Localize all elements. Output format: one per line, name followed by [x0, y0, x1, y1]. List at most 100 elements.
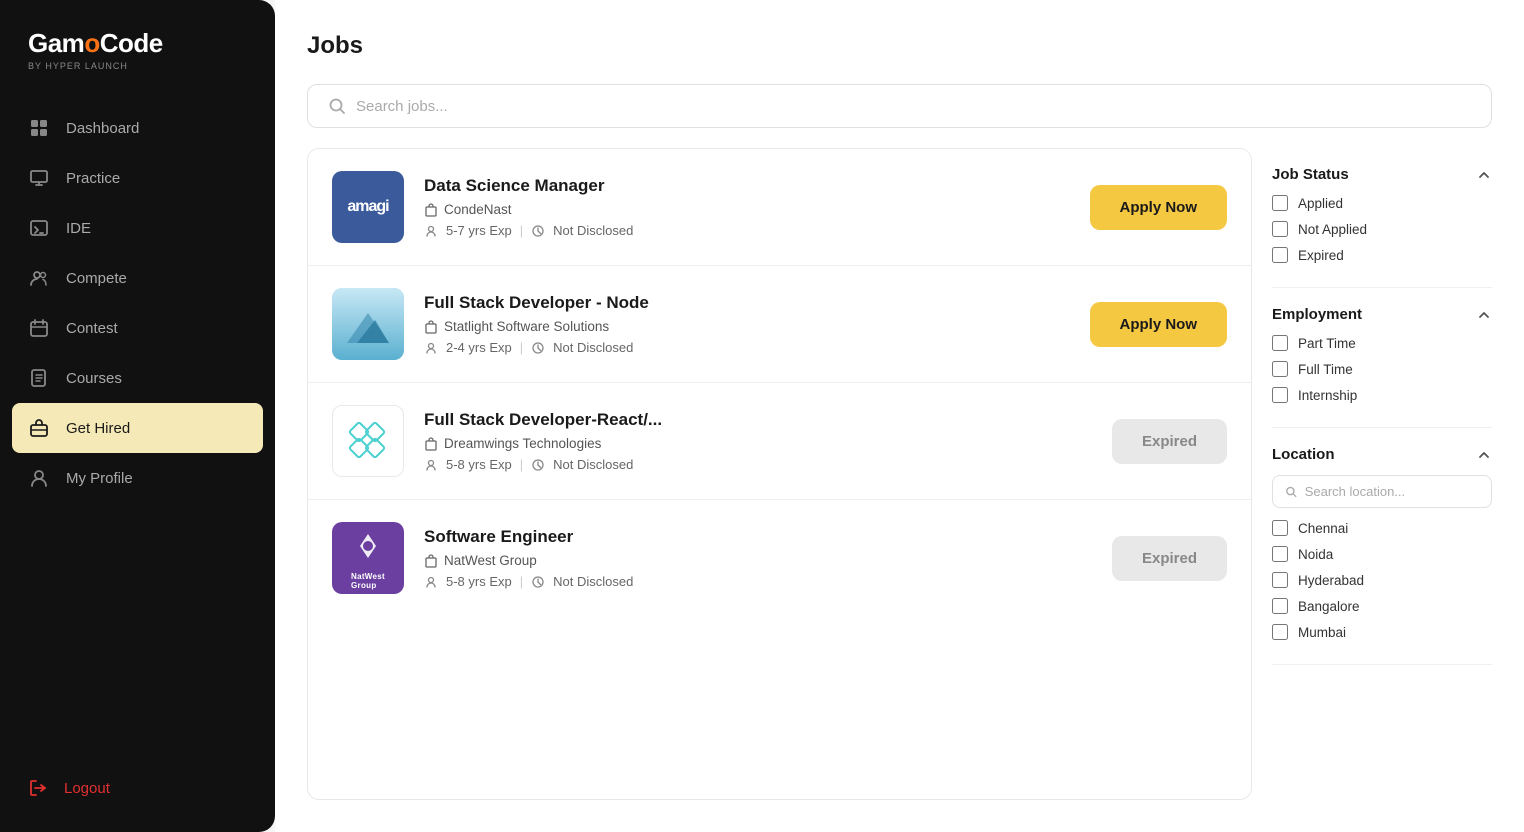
checkbox-not-applied[interactable] [1272, 221, 1288, 237]
filter-location: Location Chennai [1272, 428, 1492, 665]
terminal-icon [28, 217, 50, 239]
sidebar-item-my-profile[interactable]: My Profile [0, 453, 275, 503]
job-title: Full Stack Developer-React/... [424, 410, 1092, 430]
jobs-list: amagi Data Science Manager CondeNast 5-7… [307, 148, 1252, 800]
job-info: Full Stack Developer - Node Statlight So… [424, 293, 1070, 355]
checkbox-internship[interactable] [1272, 387, 1288, 403]
filter-option-full-time[interactable]: Full Time [1272, 361, 1492, 377]
job-info: Data Science Manager CondeNast 5-7 yrs E… [424, 176, 1070, 238]
job-details: 5-7 yrs Exp | Not Disclosed [424, 223, 1070, 238]
filter-option-chennai[interactable]: Chennai [1272, 520, 1492, 536]
filter-option-noida[interactable]: Noida [1272, 546, 1492, 562]
apply-now-button[interactable]: Apply Now [1090, 185, 1228, 230]
checkbox-noida[interactable] [1272, 546, 1288, 562]
job-details: 2-4 yrs Exp | Not Disclosed [424, 340, 1070, 355]
filter-option-expired[interactable]: Expired [1272, 247, 1492, 263]
filter-label-chennai: Chennai [1298, 521, 1348, 536]
location-search-input[interactable] [1305, 484, 1479, 499]
briefcase-icon [28, 417, 50, 439]
app-name: GamoCode [28, 28, 163, 59]
job-title: Software Engineer [424, 527, 1092, 547]
job-company: CondeNast [424, 202, 1070, 217]
job-company: Statlight Software Solutions [424, 319, 1070, 334]
sidebar-item-contest[interactable]: Contest [0, 303, 275, 353]
checkbox-expired[interactable] [1272, 247, 1288, 263]
search-bar [307, 84, 1492, 128]
job-title: Data Science Manager [424, 176, 1070, 196]
filter-panel: Job Status Applied Not Applied [1272, 148, 1492, 800]
job-card: Full Stack Developer-React/... Dreamwing… [308, 383, 1251, 500]
job-title: Full Stack Developer - Node [424, 293, 1070, 313]
sidebar-label-contest: Contest [66, 320, 118, 337]
filter-option-internship[interactable]: Internship [1272, 387, 1492, 403]
filter-title-employment: Employment [1272, 306, 1362, 323]
company-logo [332, 288, 404, 360]
sidebar-label-ide: IDE [66, 220, 91, 237]
logout-button[interactable]: Logout [0, 764, 275, 812]
sidebar-item-practice[interactable]: Practice [0, 153, 275, 203]
checkbox-hyderabad[interactable] [1272, 572, 1288, 588]
chevron-up-icon [1476, 307, 1492, 323]
logout-icon [28, 778, 48, 798]
chevron-up-icon [1476, 447, 1492, 463]
sidebar-item-ide[interactable]: IDE [0, 203, 275, 253]
calendar-icon [28, 317, 50, 339]
filter-employment: Employment Part Time Full Time [1272, 288, 1492, 428]
filter-label-expired: Expired [1298, 248, 1344, 263]
sidebar-item-get-hired[interactable]: Get Hired [12, 403, 263, 453]
checkbox-chennai[interactable] [1272, 520, 1288, 536]
job-card: NatWestGroup Software Engineer NatWest G… [308, 500, 1251, 616]
job-card: amagi Data Science Manager CondeNast 5-7… [308, 149, 1251, 266]
sidebar-label-get-hired: Get Hired [66, 420, 130, 437]
filter-option-applied[interactable]: Applied [1272, 195, 1492, 211]
sidebar-item-dashboard[interactable]: Dashboard [0, 103, 275, 153]
filter-title-job-status: Job Status [1272, 166, 1349, 183]
checkbox-bangalore[interactable] [1272, 598, 1288, 614]
location-search-icon [1285, 485, 1297, 498]
expired-button: Expired [1112, 419, 1227, 464]
filter-label-not-applied: Not Applied [1298, 222, 1367, 237]
filter-option-part-time[interactable]: Part Time [1272, 335, 1492, 351]
location-search-bar [1272, 475, 1492, 508]
sidebar-item-courses[interactable]: Courses [0, 353, 275, 403]
logo-area: GamoCode BY HYPER LAUNCH [0, 0, 275, 95]
users-icon [28, 267, 50, 289]
sidebar-label-dashboard: Dashboard [66, 120, 139, 137]
apply-now-button[interactable]: Apply Now [1090, 302, 1228, 347]
filter-option-hyderabad[interactable]: Hyderabad [1272, 572, 1492, 588]
job-info: Full Stack Developer-React/... Dreamwing… [424, 410, 1092, 472]
filter-label-mumbai: Mumbai [1298, 625, 1346, 640]
filter-label-full-time: Full Time [1298, 362, 1353, 377]
filter-option-mumbai[interactable]: Mumbai [1272, 624, 1492, 640]
job-info: Software Engineer NatWest Group 5-8 yrs … [424, 527, 1092, 589]
filter-label-applied: Applied [1298, 196, 1343, 211]
sidebar-label-practice: Practice [66, 170, 120, 187]
sidebar-label-compete: Compete [66, 270, 127, 287]
search-input[interactable] [356, 98, 1471, 115]
filter-label-bangalore: Bangalore [1298, 599, 1360, 614]
checkbox-mumbai[interactable] [1272, 624, 1288, 640]
sidebar-label-courses: Courses [66, 370, 122, 387]
sidebar-item-compete[interactable]: Compete [0, 253, 275, 303]
sidebar-bottom: Logout [0, 756, 275, 832]
filter-header-location: Location [1272, 446, 1492, 463]
filter-title-location: Location [1272, 446, 1335, 463]
checkbox-applied[interactable] [1272, 195, 1288, 211]
job-company: Dreamwings Technologies [424, 436, 1092, 451]
page-title: Jobs [307, 32, 1492, 60]
monitor-icon [28, 167, 50, 189]
filter-header-employment: Employment [1272, 306, 1492, 323]
expired-button: Expired [1112, 536, 1227, 581]
filter-option-not-applied[interactable]: Not Applied [1272, 221, 1492, 237]
company-logo [332, 405, 404, 477]
job-card: Full Stack Developer - Node Statlight So… [308, 266, 1251, 383]
filter-label-internship: Internship [1298, 388, 1357, 403]
checkbox-full-time[interactable] [1272, 361, 1288, 377]
sidebar: GamoCode BY HYPER LAUNCH Dashboard [0, 0, 275, 832]
filter-option-bangalore[interactable]: Bangalore [1272, 598, 1492, 614]
filter-header-job-status: Job Status [1272, 166, 1492, 183]
checkbox-part-time[interactable] [1272, 335, 1288, 351]
job-details: 5-8 yrs Exp | Not Disclosed [424, 574, 1092, 589]
jobs-filter-row: amagi Data Science Manager CondeNast 5-7… [307, 148, 1492, 800]
person-icon [28, 467, 50, 489]
